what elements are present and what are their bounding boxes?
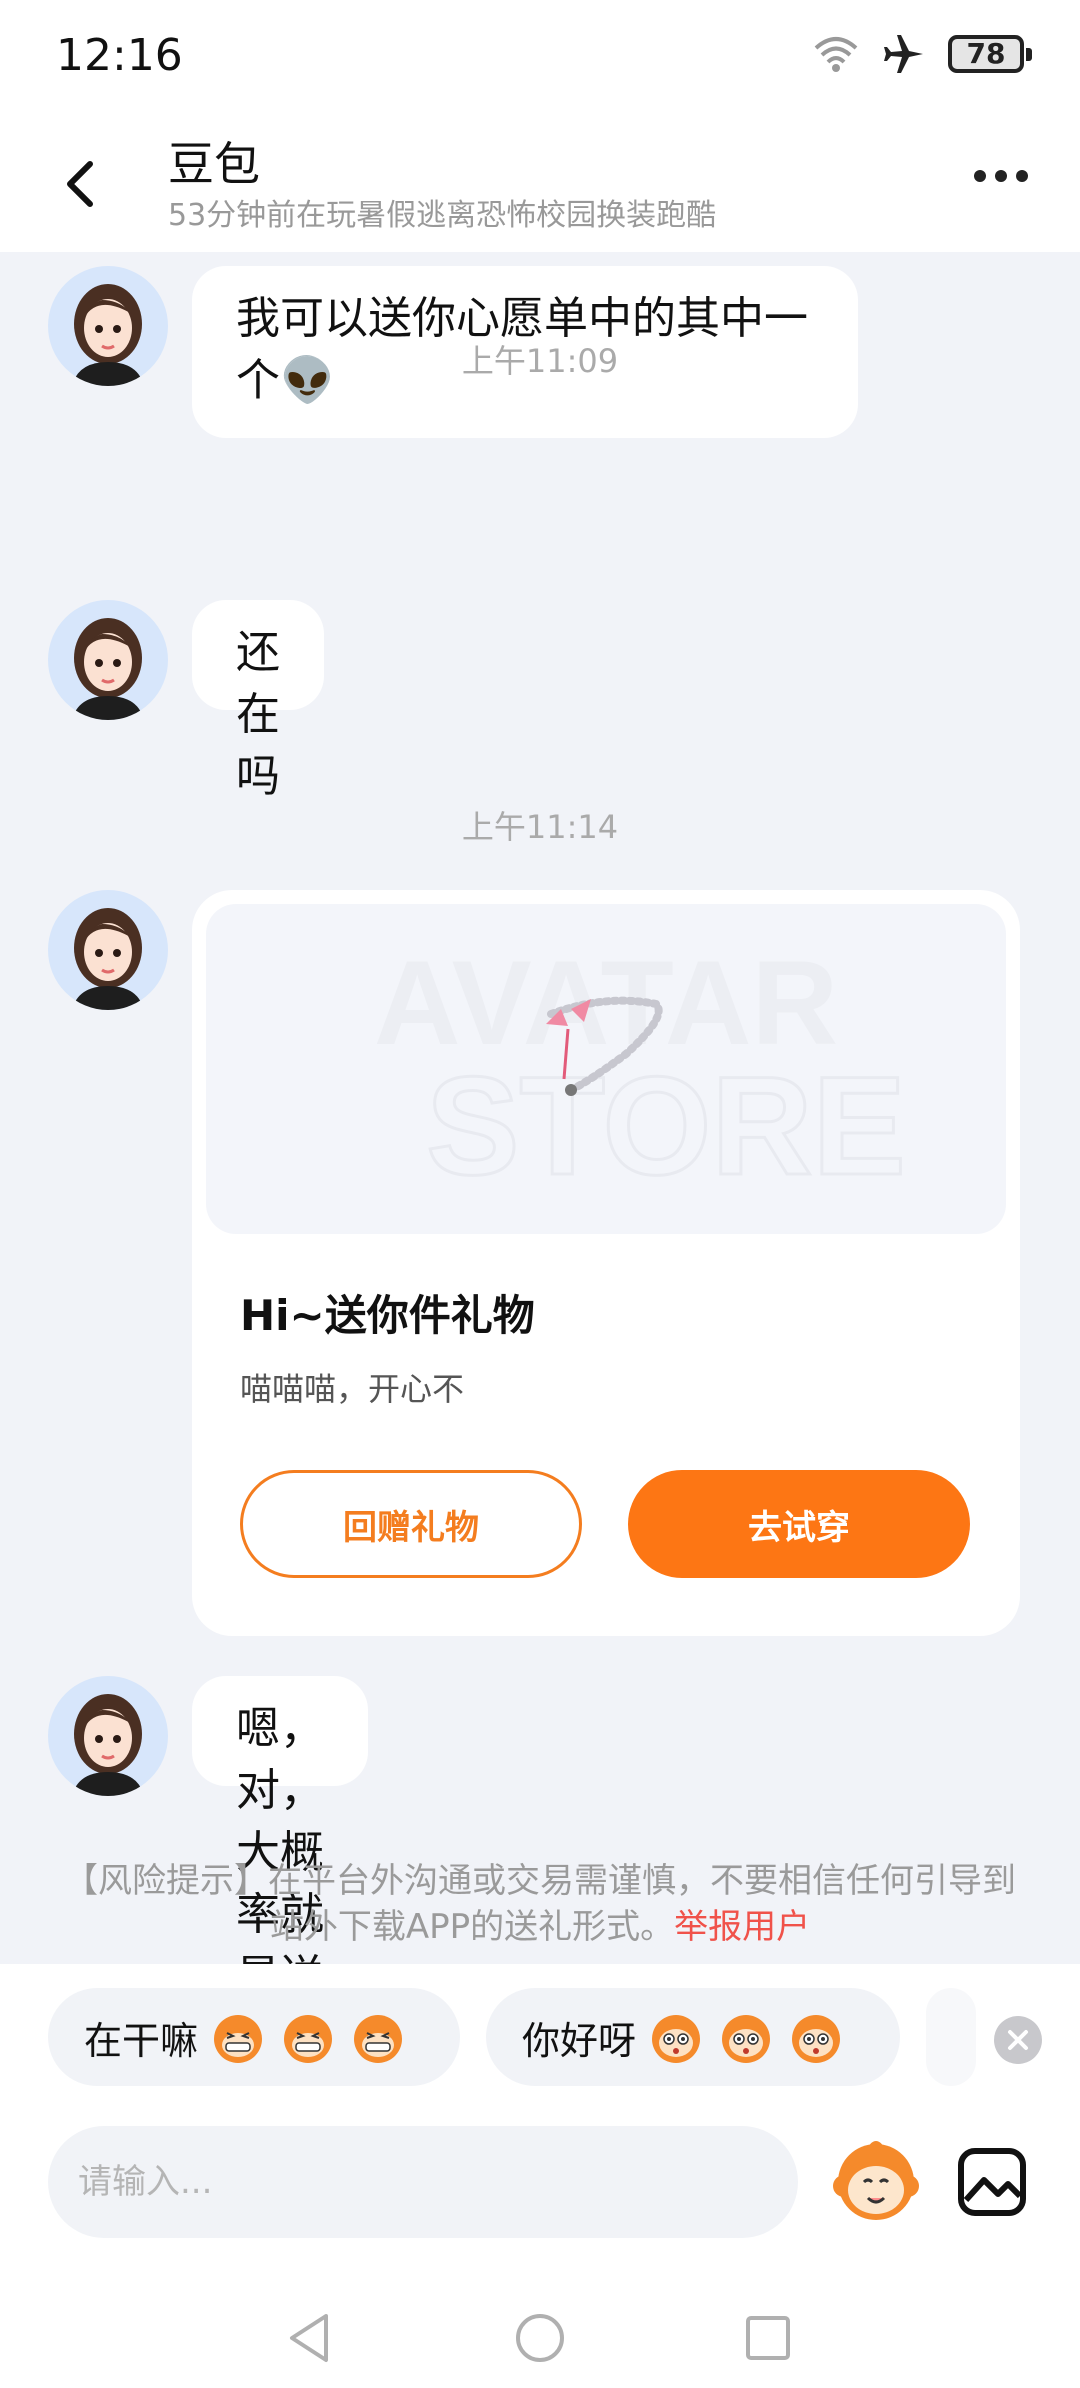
avatar[interactable] (48, 600, 168, 720)
status-bar: 12:16 78 (0, 0, 1080, 118)
quick-reply-label: 你好呀 (522, 2018, 637, 2063)
image-picker-icon[interactable] (956, 2146, 1028, 2218)
monkey-emoji-icon (354, 2015, 403, 2063)
airplane-icon (884, 35, 923, 73)
contact-status: 53分钟前在玩暑假逃离恐怖校园换装跑酷 (168, 198, 717, 233)
chat-area[interactable]: 我可以送你心愿单中的其中一个👽 上午11:09 还在吗 上午11:14 AVAT… (0, 252, 1080, 1964)
avatar[interactable] (48, 1676, 168, 1796)
return-gift-button[interactable]: 回赠礼物 (240, 1470, 582, 1578)
monkey-emoji-icon (214, 2015, 263, 2063)
status-icons: 78 (812, 32, 1032, 76)
message-input[interactable]: 请输入... (48, 2126, 798, 2238)
gift-card[interactable]: AVATAR STORE Hi~送你件礼物 喵喵喵，开心不 回赠礼物 去试穿 (192, 890, 1020, 1636)
message-bubble[interactable]: 嗯，对，大概率就是送了 (192, 1676, 368, 1964)
avatar[interactable] (48, 890, 168, 1010)
gift-card-subtitle: 喵喵喵，开心不 (240, 1370, 465, 1408)
monkey-emoji-icon (722, 2015, 771, 2063)
system-nav-bar (0, 2300, 1080, 2388)
monkey-emoji-icon (792, 2015, 841, 2063)
quick-reply-chip[interactable]: 你好呀 (486, 1988, 900, 2086)
quick-reply-chip[interactable]: 在干嘛 (48, 1988, 460, 2086)
report-user-link[interactable]: 举报用户 (674, 1907, 810, 1947)
nav-recents-icon[interactable] (744, 2314, 792, 2362)
battery-indicator: 78 (948, 35, 1032, 73)
chat-header: 豆包 53分钟前在玩暑假逃离恐怖校园换装跑酷 (0, 118, 1080, 252)
timestamp: 上午11:14 (461, 808, 619, 846)
monkey-emoji-icon (652, 2015, 701, 2063)
monkey-sticker-icon[interactable] (830, 2136, 922, 2228)
monkey-emoji-icon (284, 2015, 333, 2063)
risk-notice: 【风险提示】在平台外沟通或交易需谨慎，不要相信任何引导到站外下载APP的送礼形式… (60, 1858, 1020, 1950)
wifi-icon (814, 37, 858, 72)
nav-home-icon[interactable] (514, 2312, 566, 2364)
contact-name: 豆包 (168, 137, 260, 191)
gift-preview-image: AVATAR STORE (206, 904, 1006, 1234)
more-options-icon[interactable] (974, 170, 1028, 182)
quick-reply-chip-partial[interactable] (926, 1988, 976, 2086)
gift-card-title: Hi~送你件礼物 (240, 1291, 535, 1340)
back-arrow-icon[interactable] (52, 154, 112, 214)
risk-notice-text: 【风险提示】在平台外沟通或交易需谨慎，不要相信任何引导到站外下载APP的送礼形式… (64, 1861, 1016, 1947)
try-on-button[interactable]: 去试穿 (628, 1470, 970, 1578)
timestamp: 上午11:09 (461, 342, 619, 380)
watermark-text: STORE (426, 1047, 906, 1204)
status-time: 12:16 (56, 30, 183, 81)
close-quick-replies-icon[interactable] (994, 2016, 1042, 2064)
message-bubble[interactable]: 还在吗 (192, 600, 324, 802)
bottom-panel: 在干嘛 你好呀 请输入... (0, 1964, 1080, 2388)
nav-back-icon[interactable] (284, 2310, 334, 2366)
quick-reply-label: 在干嘛 (84, 2018, 199, 2063)
